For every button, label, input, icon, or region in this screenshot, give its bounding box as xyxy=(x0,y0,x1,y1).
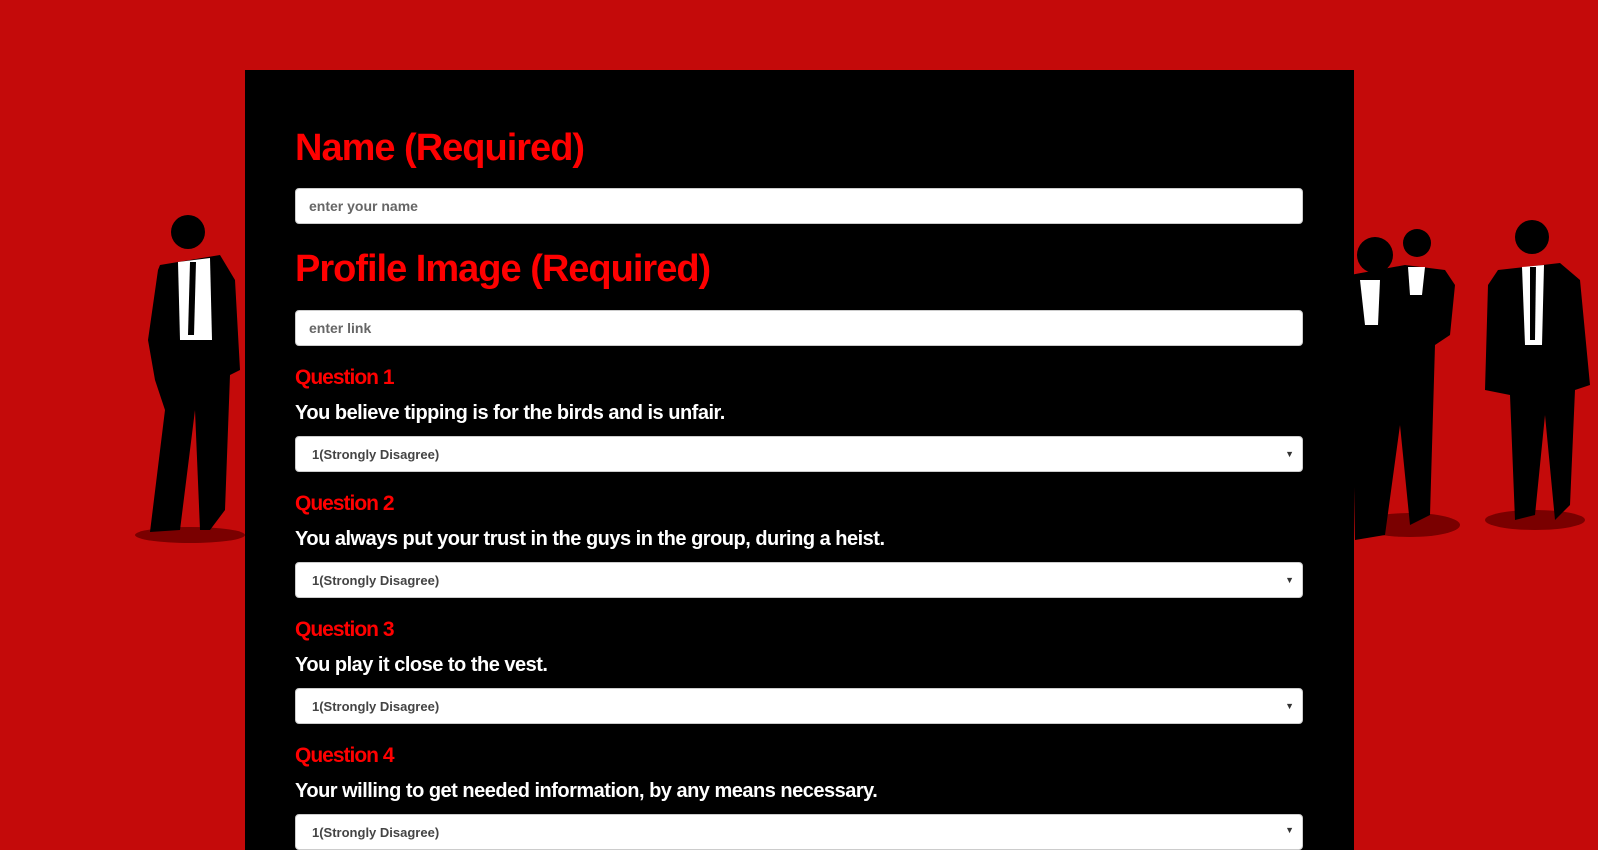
question-1-text: You believe tipping is for the birds and… xyxy=(295,402,725,424)
question-4-text: Your willing to get needed information, … xyxy=(295,780,878,802)
question-1-selected: 1(Strongly Disagree) xyxy=(312,446,440,462)
question-4-select[interactable]: 1(Strongly Disagree) ▼ xyxy=(295,814,1303,850)
question-2-selected: 1(Strongly Disagree) xyxy=(312,572,440,588)
survey-form-panel: Name (Required) Profile Image (Required)… xyxy=(245,70,1354,850)
profile-image-input[interactable] xyxy=(296,311,1302,345)
question-2-select[interactable]: 1(Strongly Disagree) ▼ xyxy=(295,562,1303,598)
chevron-down-icon: ▼ xyxy=(1285,575,1294,585)
name-label: Name (Required) xyxy=(295,127,585,169)
suited-man-silhouette-far-right xyxy=(1485,220,1590,530)
question-2-text: You always put your trust in the guys in… xyxy=(295,528,885,550)
question-4-label: Question 4 xyxy=(295,744,395,767)
question-2-label: Question 2 xyxy=(295,492,395,515)
name-field[interactable] xyxy=(295,188,1303,224)
question-1-select[interactable]: 1(Strongly Disagree) ▼ xyxy=(295,436,1303,472)
question-3-text: You play it close to the vest. xyxy=(295,654,548,676)
profile-image-label: Profile Image (Required) xyxy=(295,248,711,290)
suited-men-silhouettes-right xyxy=(1350,229,1460,540)
profile-image-field[interactable] xyxy=(295,310,1303,346)
chevron-down-icon: ▼ xyxy=(1285,701,1294,711)
suited-man-silhouette-left xyxy=(135,215,245,543)
chevron-down-icon: ▼ xyxy=(1285,825,1294,835)
question-1-label: Question 1 xyxy=(295,366,395,389)
chevron-down-icon: ▼ xyxy=(1285,449,1294,459)
question-3-selected: 1(Strongly Disagree) xyxy=(312,698,440,714)
name-input[interactable] xyxy=(296,189,1302,223)
question-4-selected: 1(Strongly Disagree) xyxy=(312,825,440,840)
question-3-label: Question 3 xyxy=(295,618,395,641)
question-3-select[interactable]: 1(Strongly Disagree) ▼ xyxy=(295,688,1303,724)
